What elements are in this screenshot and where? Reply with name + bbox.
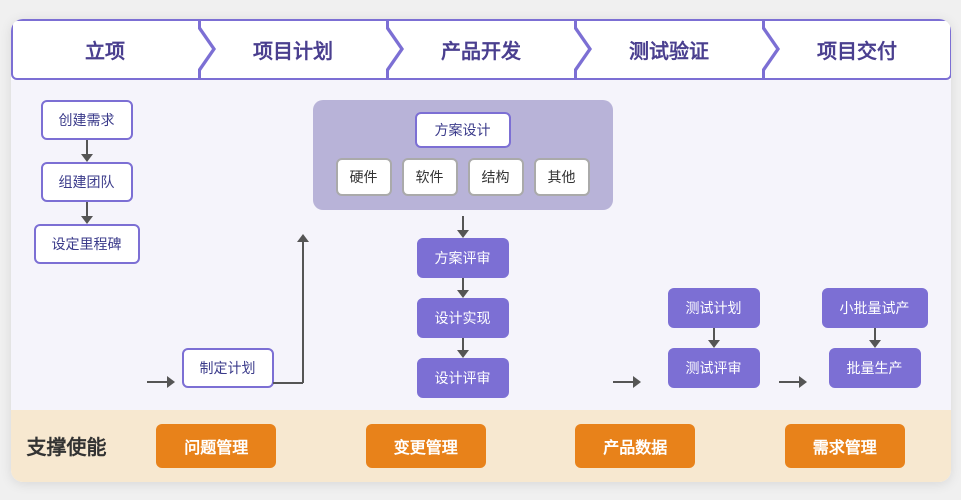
- connector-col23: [273, 100, 313, 398]
- btn-chanpinShuju[interactable]: 产品数据: [575, 424, 695, 468]
- arrow-down-6: [708, 328, 720, 348]
- flow-col1: 创建需求 组建团队 设定里程碑: [27, 100, 147, 398]
- support-label: 支撑使能: [27, 431, 127, 460]
- box-zhidingjihua: 制定计划: [182, 348, 274, 388]
- box-fanganpingshen: 方案评审: [417, 238, 509, 278]
- box-piLianshengchan: 批量生产: [829, 348, 921, 388]
- phase-label-lixiang: 立项: [85, 35, 125, 64]
- support-buttons: 问题管理 变更管理 产品数据 需求管理: [127, 424, 935, 468]
- box-ruanjian: 软件: [402, 158, 458, 196]
- bottom-area: 支撑使能 问题管理 变更管理 产品数据 需求管理: [11, 410, 951, 482]
- btn-wentiGuanli[interactable]: 问题管理: [156, 424, 276, 468]
- flow-col3: 方案设计 硬件 软件 结构 其他: [313, 100, 613, 398]
- phase-chanpin: 产品开发: [387, 19, 576, 80]
- design-group-items: 硬件 软件 结构 其他: [336, 158, 590, 196]
- phase-jihua: 项目计划: [199, 19, 388, 80]
- arrow-down-4: [457, 278, 469, 298]
- arrow-right-col12: [147, 100, 183, 398]
- arrow-down-1: [81, 140, 93, 162]
- phase-label-chanpin: 产品开发: [441, 35, 521, 64]
- phase-label-ceshi: 测试验证: [629, 35, 709, 64]
- phase-label-jihua: 项目计划: [253, 35, 333, 64]
- box-xiaopiLiangshichan: 小批量试产: [822, 288, 928, 328]
- box-qita: 其他: [534, 158, 590, 196]
- box-shejishixian: 设计实现: [417, 298, 509, 338]
- box-chuangjianxuqiu: 创建需求: [41, 100, 133, 140]
- arrow-down-2: [81, 202, 93, 224]
- connector-col35: [613, 100, 649, 398]
- phase-ceshi: 测试验证: [575, 19, 764, 80]
- box-sheding: 设定里程碑: [34, 224, 140, 264]
- main-container: 立项 项目计划 产品开发 测试验证 项目交付 创建需求 组建团队: [11, 19, 951, 482]
- box-jiegou: 结构: [468, 158, 524, 196]
- phase-lixiang: 立项: [11, 19, 200, 80]
- phase-jiaofU: 项目交付: [763, 19, 951, 80]
- phases-header: 立项 项目计划 产品开发 测试验证 项目交付: [11, 19, 951, 80]
- flow-layout: 创建需求 组建团队 设定里程碑: [11, 80, 951, 410]
- flow-col7: 小批量试产 批量生产: [815, 100, 935, 398]
- phase-label-jiaofU: 项目交付: [817, 35, 897, 64]
- arrow-down-5: [457, 338, 469, 358]
- flow-col2: 制定计划: [183, 100, 273, 398]
- box-yingjiian: 硬件: [336, 158, 392, 196]
- design-group: 方案设计 硬件 软件 结构 其他: [313, 100, 613, 210]
- connector-col57: [779, 100, 815, 398]
- box-ceshipingshen: 测试评审: [668, 348, 760, 388]
- box-fangangsheji: 方案设计: [415, 112, 511, 148]
- connector-svg: [273, 228, 313, 388]
- box-shejipingshen: 设计评审: [417, 358, 509, 398]
- btn-xuqiuGuanli[interactable]: 需求管理: [785, 424, 905, 468]
- btn-biangengGuanli[interactable]: 变更管理: [366, 424, 486, 468]
- flow-col5: 测试计划 测试评审: [649, 100, 779, 398]
- box-ceshijihua: 测试计划: [668, 288, 760, 328]
- arrow-down-7: [869, 328, 881, 348]
- arrow-down-3: [457, 216, 469, 238]
- box-zujiiantuandui: 组建团队: [41, 162, 133, 202]
